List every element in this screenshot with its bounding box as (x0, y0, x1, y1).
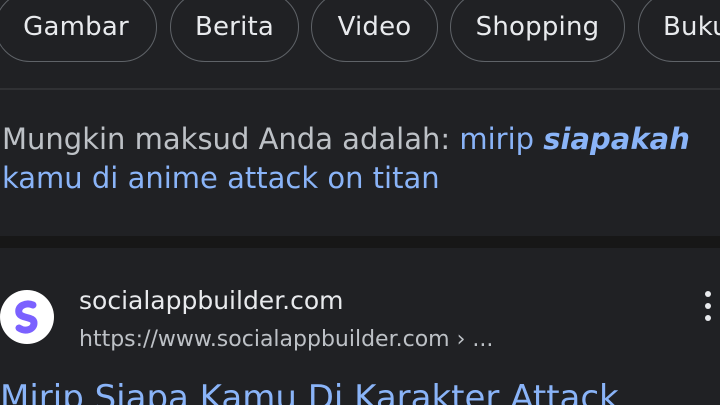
search-results-page: Gambar Berita Video Shopping Buku Mungki… (0, 0, 720, 405)
chip-label: Shopping (475, 12, 600, 42)
chip-gambar[interactable]: Gambar (0, 0, 157, 62)
socialappbuilder-s-logo-icon (15, 300, 38, 334)
chip-label: Video (337, 12, 412, 42)
filter-chips-bar: Gambar Berita Video Shopping Buku (0, 0, 720, 68)
chip-shopping[interactable]: Shopping (450, 0, 625, 62)
suggestion-text-emphasis: siapakah (543, 122, 690, 156)
did-you-mean-prefix: Mungkin maksud Anda adalah: (2, 122, 460, 156)
section-divider-thick (0, 236, 720, 248)
site-favicon[interactable] (0, 290, 54, 344)
chip-buku[interactable]: Buku (638, 0, 720, 62)
suggestion-text-start: mirip (459, 122, 544, 156)
result-title-link[interactable]: Mirip Siapa Kamu Di Karakter Attack (0, 378, 619, 405)
more-options-icon[interactable] (700, 288, 716, 324)
result-site-name[interactable]: socialappbuilder.com (79, 286, 344, 315)
chip-berita[interactable]: Berita (170, 0, 299, 62)
section-divider (0, 88, 720, 90)
result-url[interactable]: https://www.socialappbuilder.com › ... (79, 327, 493, 352)
chip-label: Gambar (23, 12, 129, 42)
did-you-mean-suggestion: Mungkin maksud Anda adalah: mirip siapak… (2, 120, 718, 198)
chip-label: Berita (194, 12, 275, 42)
chip-video[interactable]: Video (311, 0, 438, 62)
chip-label: Buku (663, 12, 720, 42)
suggestion-text-end: kamu di anime attack on titan (2, 161, 440, 195)
